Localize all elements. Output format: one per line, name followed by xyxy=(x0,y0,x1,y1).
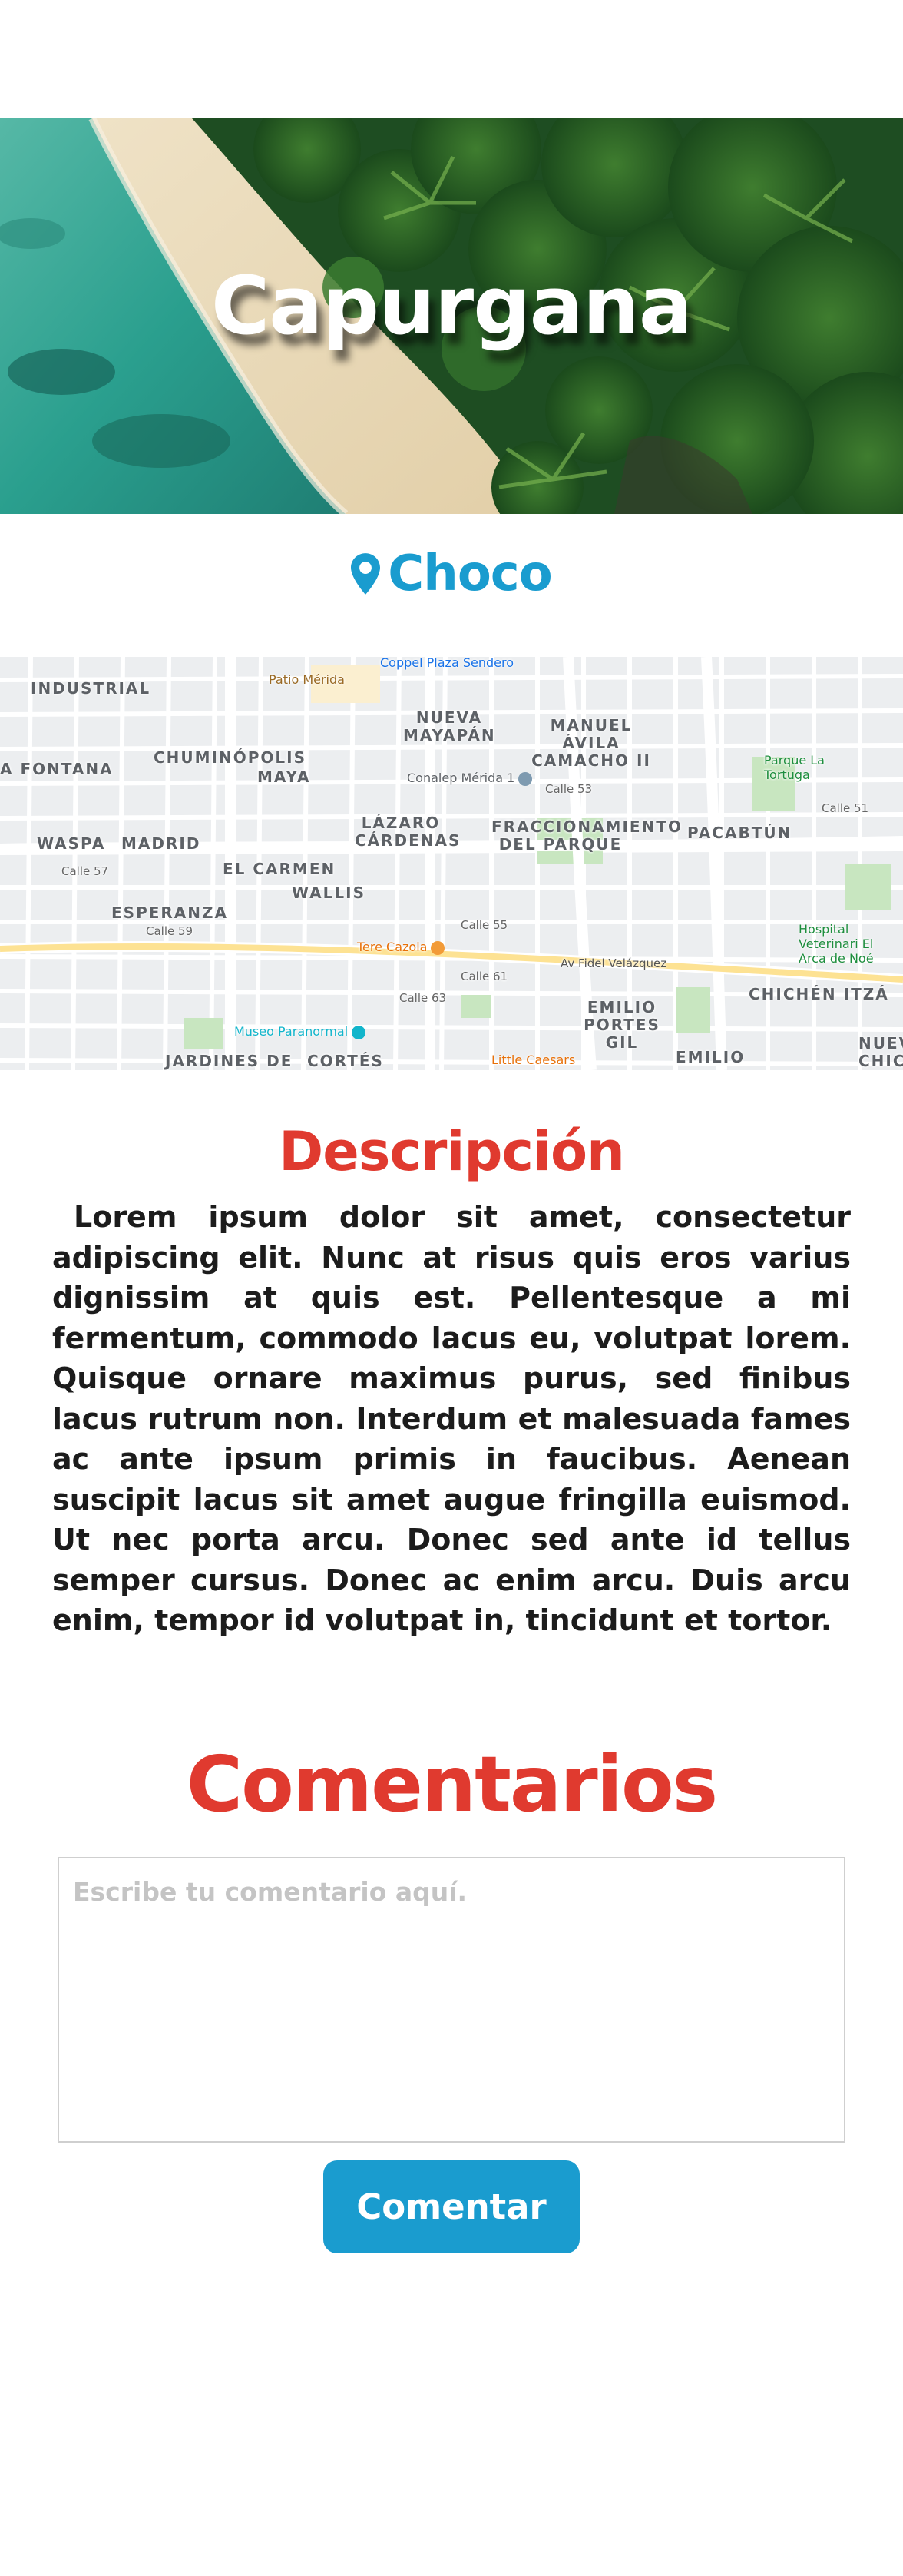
submit-comment-button[interactable]: Comentar xyxy=(323,2160,580,2253)
description-text: Lorem ipsum dolor sit amet, consectetur … xyxy=(52,1200,851,1637)
map-street: Calle 51 xyxy=(822,801,869,815)
map-street: Calle 55 xyxy=(461,918,508,932)
location-map[interactable]: INDUSTRIAL NUEVA MAYAPÁN MANUEL ÁVILA CA… xyxy=(0,657,903,1070)
food-icon xyxy=(431,940,445,955)
map-street: Av Fidel Velázquez xyxy=(561,956,667,970)
location-name: Choco xyxy=(388,545,552,602)
map-place-label: Conalep Mérida 1 xyxy=(407,771,515,785)
map-place[interactable]: Patio Mérida xyxy=(269,672,345,687)
map-neighborhood: EL CARMEN xyxy=(223,860,336,878)
map-place-label: Museo Paranormal xyxy=(234,1024,349,1039)
map-neighborhood: WALLIS xyxy=(292,884,366,902)
map-neighborhood: CORTÉS xyxy=(307,1052,384,1070)
map-place-label: Coppel Plaza Sendero xyxy=(380,657,514,670)
map-neighborhood: CHUMINÓPOLIS xyxy=(154,748,306,767)
map-place-label: Tere Cazola xyxy=(357,940,428,954)
location-pin-icon xyxy=(351,553,381,595)
map-place[interactable]: Conalep Mérida 1 xyxy=(407,771,533,786)
location-label: Choco xyxy=(0,545,903,602)
map-street: Calle 59 xyxy=(146,924,194,938)
map-place[interactable]: Parque La Tortuga xyxy=(764,753,841,782)
map-place-label: Little Caesars xyxy=(491,1053,576,1067)
map-place[interactable]: Museo Paranormal xyxy=(234,1024,366,1039)
destination-title: Capurgana xyxy=(210,258,693,353)
map-place[interactable]: Little Caesars xyxy=(491,1053,575,1067)
map-place[interactable]: Tere Cazola xyxy=(357,940,445,955)
map-neighborhood: CHICHÉN ITZÁ xyxy=(749,985,889,1003)
map-neighborhood: A FONTANA xyxy=(0,760,114,778)
map-neighborhood: FRACCIONAMIENTO DEL PARQUE xyxy=(491,817,683,854)
map-neighborhood: PACABTÚN xyxy=(687,824,792,842)
map-place[interactable]: Hospital Veterinari El Arca de Noé xyxy=(799,922,903,966)
hero-image: Capurgana xyxy=(0,118,903,514)
school-icon xyxy=(518,771,533,786)
map-street: Calle 53 xyxy=(545,782,593,796)
map-street: Calle 61 xyxy=(461,970,508,983)
map-place[interactable]: Coppel Plaza Sendero xyxy=(380,657,514,670)
map-place-label: Patio Mérida xyxy=(269,672,345,687)
map-place-label: Hospital Veterinari El Arca de Noé xyxy=(799,922,874,966)
map-neighborhood: JARDINES DE xyxy=(165,1052,293,1070)
map-neighborhood: MADRID xyxy=(121,834,201,853)
map-neighborhood: MANUEL ÁVILA CAMACHO II xyxy=(531,716,651,770)
map-place-label: Parque La Tortuga xyxy=(764,753,825,782)
map-neighborhood: ESPERANZA xyxy=(111,903,228,922)
museum-icon xyxy=(352,1025,366,1039)
map-neighborhood: EMILIO PORTES GIL xyxy=(584,998,660,1052)
map-neighborhood: WASPA xyxy=(37,834,106,853)
map-neighborhood: LÁZARO CÁRDENAS xyxy=(355,814,461,850)
map-neighborhood: NUEV CHICH xyxy=(858,1034,903,1070)
map-street: Calle 63 xyxy=(399,991,447,1005)
comments-heading: Comentarios xyxy=(186,1739,718,1829)
description-heading: Descripción xyxy=(279,1120,625,1183)
comment-input[interactable] xyxy=(58,1857,845,2143)
map-neighborhood: INDUSTRIAL xyxy=(31,679,151,698)
map-neighborhood: EMILIO xyxy=(676,1048,746,1066)
map-neighborhood: MAYA xyxy=(257,767,311,786)
map-neighborhood: NUEVA MAYAPÁN xyxy=(403,708,496,744)
map-street: Calle 57 xyxy=(61,864,109,878)
